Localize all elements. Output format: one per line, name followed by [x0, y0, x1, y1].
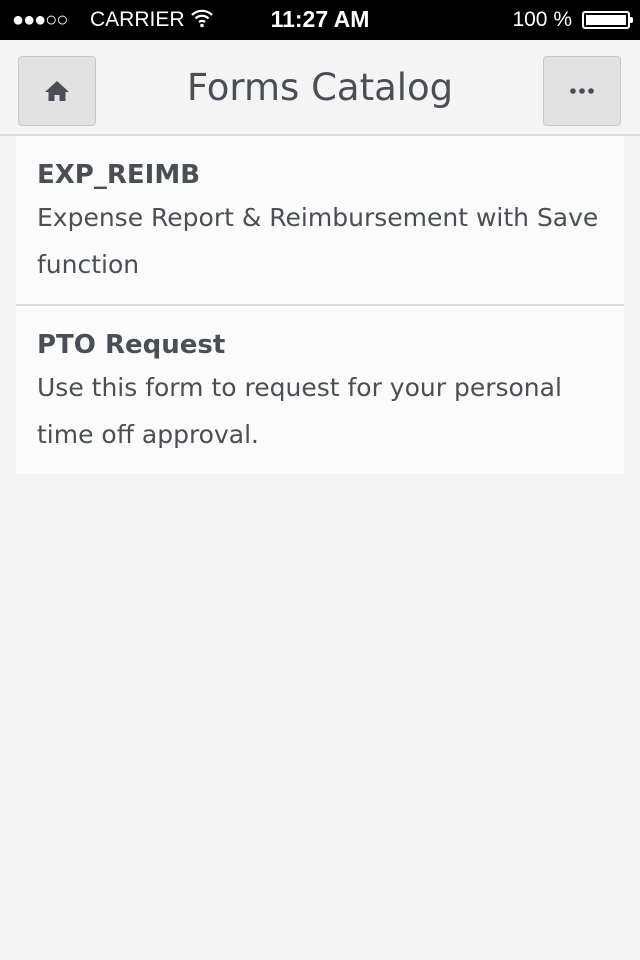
battery-fill [586, 15, 626, 25]
form-name: EXP_REIMB [37, 160, 201, 190]
form-list-item[interactable]: PTO Request Use this form to request for… [16, 306, 624, 474]
form-description: Expense Report & Reimbursement with Save… [37, 203, 599, 279]
battery-percentage: 100 % [512, 8, 572, 31]
form-name: PTO Request [37, 330, 226, 360]
forms-list: EXP_REIMB Expense Report & Reimbursement… [16, 136, 624, 474]
form-description: Use this form to request for your person… [37, 373, 562, 449]
more-options-button[interactable] [543, 56, 621, 126]
ellipsis-icon [570, 88, 594, 94]
battery-icon [582, 11, 633, 29]
status-bar: ●●●○○ CARRIER 11:27 AM 100 % [0, 0, 640, 40]
form-list-item[interactable]: EXP_REIMB Expense Report & Reimbursement… [16, 136, 624, 306]
navigation-header: Forms Catalog [0, 40, 640, 136]
